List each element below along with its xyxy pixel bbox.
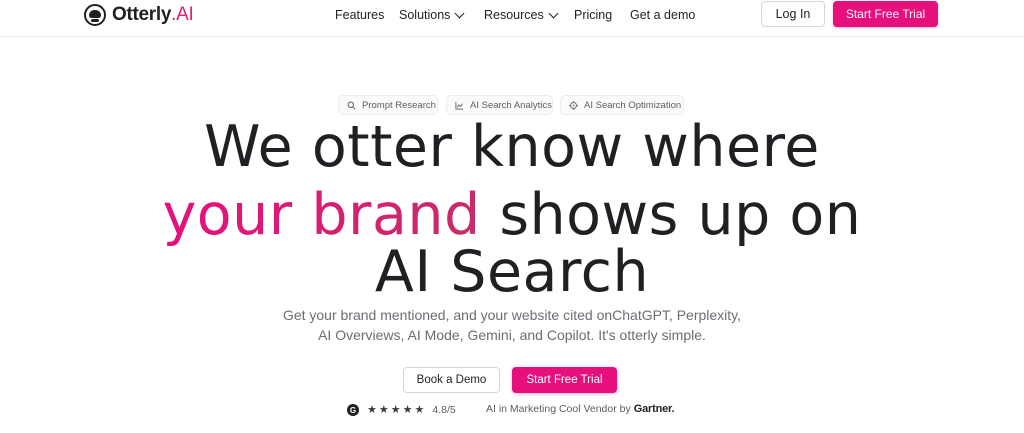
start-trial-button[interactable]: Start Free Trial — [512, 367, 617, 393]
hero-subtitle-line-2: AI Overviews, AI Mode, Gemini, and Copil… — [318, 327, 706, 343]
star-icon: ★ — [390, 404, 401, 416]
nav-features[interactable]: Features — [335, 8, 384, 22]
nav-solutions[interactable]: Solutions — [399, 8, 465, 22]
chevron-down-icon — [548, 8, 559, 18]
target-icon — [569, 100, 578, 110]
gartner-logo: Gartner. — [633, 403, 675, 415]
hero-headline-line-2: your brand shows up on — [0, 184, 1024, 246]
star-icon: ★ — [367, 404, 377, 416]
star-icon: ★ — [414, 404, 425, 416]
chart-icon — [455, 101, 464, 110]
brand-logo[interactable]: Otterly.AI — [84, 3, 194, 27]
hero-headline-line-1: We otter know where — [204, 114, 820, 180]
review-rating: G ★ ★ ★ ★ ★ 4.8/5 — [347, 403, 456, 417]
pill-label: AI Search Analytics — [470, 99, 552, 111]
site-header: Otterly.AI Features Solutions Resources … — [0, 0, 1024, 37]
pill-ai-search-optimization[interactable]: AI Search Optimization — [560, 95, 684, 115]
star-rating: ★ ★ ★ ★ ★ — [367, 404, 424, 416]
star-icon: ★ — [402, 404, 413, 416]
gartner-recognition: AI in Marketing Cool Vendor by Gartner. — [486, 403, 675, 415]
nav-pricing[interactable]: Pricing — [574, 8, 612, 22]
pill-label: AI Search Optimization — [584, 99, 682, 111]
g2-logo-icon: G — [347, 404, 359, 416]
nav-resources[interactable]: Resources — [484, 8, 559, 22]
pill-label: Prompt Research — [362, 99, 436, 111]
otter-logo-icon — [84, 4, 106, 26]
star-icon: ★ — [378, 404, 389, 416]
login-button[interactable]: Log In — [761, 1, 825, 27]
nav-get-demo[interactable]: Get a demo — [630, 8, 695, 22]
pill-prompt-research[interactable]: Prompt Research — [338, 95, 438, 115]
hero-headline-line-3: AI Search — [374, 239, 650, 305]
search-icon — [347, 101, 356, 109]
chevron-down-icon — [454, 8, 465, 18]
hero-subtitle-line-1: Get your brand mentioned, and your websi… — [282, 307, 742, 323]
vendor-text: AI in Marketing Cool Vendor by — [486, 403, 631, 415]
book-demo-button[interactable]: Book a Demo — [403, 367, 500, 393]
rating-score: 4.8/5 — [432, 404, 456, 416]
brand-name: Otterly.AI — [112, 4, 194, 25]
start-trial-header-button[interactable]: Start Free Trial — [833, 1, 938, 27]
pill-ai-search-analytics[interactable]: AI Search Analytics — [446, 95, 553, 115]
